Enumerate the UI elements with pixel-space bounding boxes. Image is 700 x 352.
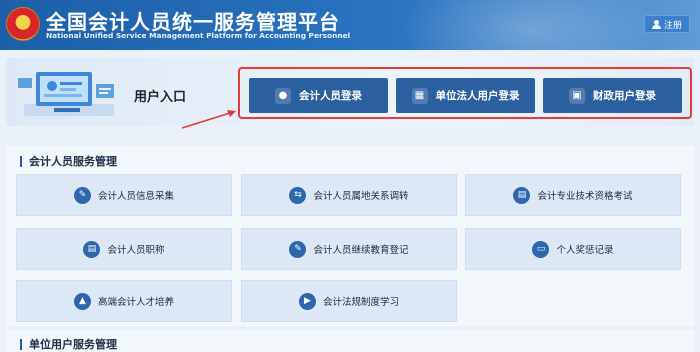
building-chart-icon: ▦ [411,87,428,104]
site-subtitle-en: National Unified Service Management Plat… [46,31,351,40]
section-title-unit: 单位用户服务管理 [20,339,117,350]
corporate-login-button[interactable]: ▦ 单位法人用户登录 [396,78,535,113]
continuing-education-tile[interactable]: ✎ 会计人员继续教育登记 [241,228,457,270]
login-buttons-highlight: ● 会计人员登录 ▦ 单位法人用户登录 ▣ 财政用户登录 [238,67,692,119]
user-icon: ● [275,87,291,104]
exam-paper-icon: ▤ [513,186,531,204]
accountant-login-button[interactable]: ● 会计人员登录 [249,78,388,113]
senior-talent-tile[interactable]: ▲ 高端会计人才培养 [16,280,232,322]
record-icon: ▭ [532,240,550,258]
user-entry-banner: 用户入口 ● 会计人员登录 ▦ 单位法人用户登录 ▣ 财政用户登录 [6,58,694,126]
relationship-transfer-tile[interactable]: ⇆ 会计人员属地关系调转 [241,174,457,216]
id-card-icon: ▣ [569,87,585,104]
tile-label: 高端会计人才培养 [97,297,174,308]
transfer-icon: ⇆ [289,186,307,204]
tile-label: 个人奖惩记录 [556,245,614,256]
computer-illustration-icon [18,72,114,116]
national-emblem-icon [6,7,40,41]
tile-label: 会计人员信息采集 [97,191,174,202]
finance-login-button[interactable]: ▣ 财政用户登录 [543,78,682,113]
certificate-icon: ▤ [83,240,101,258]
tile-label: 会计法规制度学习 [322,297,399,308]
user-icon [651,19,661,29]
accountant-login-label: 会计人员登录 [299,90,362,102]
regulation-study-tile[interactable]: ▶ 会计法规制度学习 [241,280,457,322]
tile-label: 会计人员属地关系调转 [313,191,409,202]
tile-label: 会计人员继续教育登记 [313,245,409,256]
user-entry-label: 用户入口 [134,90,187,105]
education-register-icon: ✎ [289,240,307,258]
top-header: 全国会计人员统一服务管理平台 National Unified Service … [0,0,700,50]
tile-label: 会计专业技术资格考试 [537,191,633,202]
register-label: 注册 [663,20,682,31]
accountant-services-section: 会计人员服务管理 ✎ 会计人员信息采集 ⇆ 会计人员属地关系调转 ▤ 会计专业技… [6,146,694,326]
tile-label: 会计人员职称 [107,245,165,256]
graduation-cap-icon: ▲ [73,292,91,310]
form-edit-icon: ✎ [73,186,91,204]
finance-login-label: 财政用户登录 [593,90,656,102]
header-glow [400,0,660,50]
unit-services-section: 单位用户服务管理 [6,330,694,352]
corporate-login-label: 单位法人用户登录 [435,90,520,102]
section-title-accountant: 会计人员服务管理 [20,156,117,167]
reward-record-tile[interactable]: ▭ 个人奖惩记录 [465,228,681,270]
info-collection-tile[interactable]: ✎ 会计人员信息采集 [16,174,232,216]
video-play-icon: ▶ [298,292,316,310]
professional-title-tile[interactable]: ▤ 会计人员职称 [16,228,232,270]
qualification-exam-tile[interactable]: ▤ 会计专业技术资格考试 [465,174,681,216]
annotation-arrow-icon [181,110,236,129]
register-button[interactable]: 注册 [644,15,690,33]
